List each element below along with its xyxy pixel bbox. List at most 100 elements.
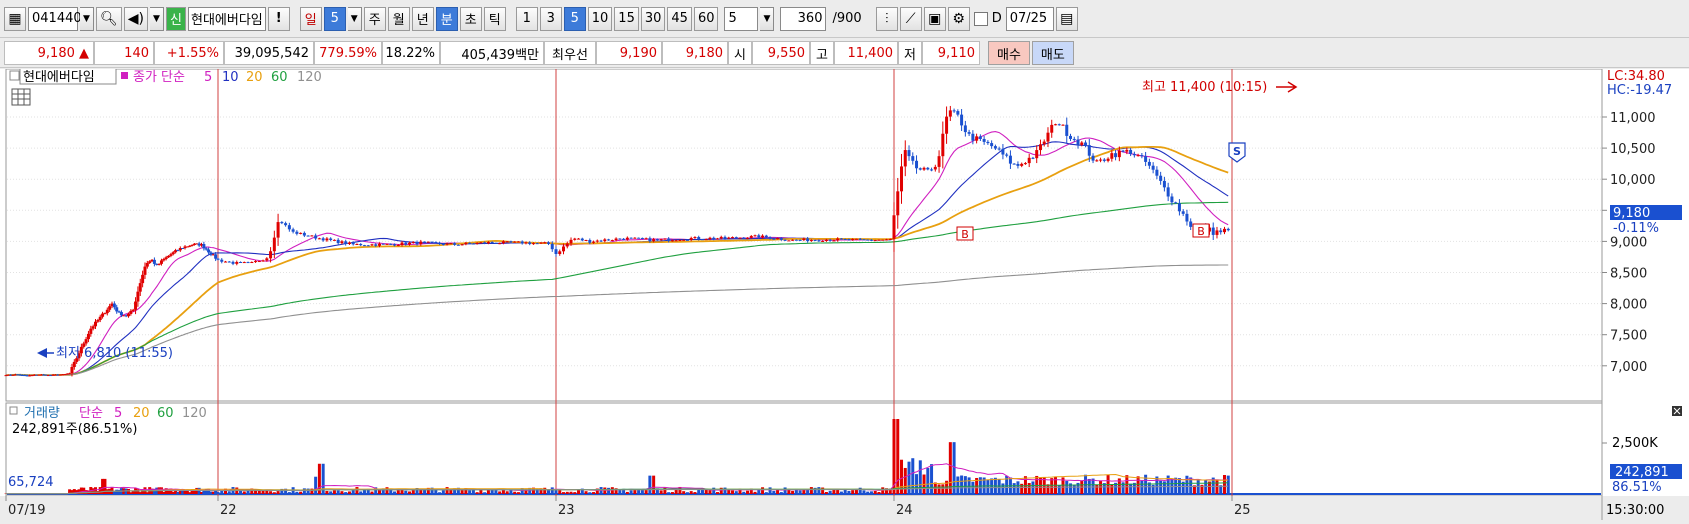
volume-bar [630, 490, 633, 494]
candle-body [1174, 202, 1177, 203]
period-day-button[interactable]: 일 [300, 7, 322, 31]
chevron-down-icon: ▼ [351, 14, 358, 24]
draw-tool-button[interactable]: ⟋ [900, 7, 922, 31]
volume-bar [412, 490, 415, 494]
search-button[interactable]: 🔍︎ [96, 7, 122, 31]
interval-45-button[interactable]: 45 [667, 7, 692, 31]
period-day-dropdown[interactable]: ▼ [348, 7, 362, 31]
volume-bar [461, 490, 464, 494]
volume-panel[interactable] [6, 403, 1602, 496]
volume-collapse-icon[interactable] [10, 407, 17, 414]
candle-body [1155, 170, 1158, 176]
period-minute-button[interactable]: 분 [436, 7, 458, 31]
signal-buy-marker[interactable]: B [957, 227, 973, 241]
settings-button[interactable]: ⚙ [948, 7, 970, 31]
range-total: /900 [828, 11, 865, 26]
volume-bar [588, 492, 591, 494]
speaker-button[interactable]: ◀︎) [124, 7, 148, 31]
candle-body [618, 239, 621, 240]
interval-5-button[interactable]: 5 [564, 7, 586, 31]
date-input[interactable]: 07/25 [1006, 7, 1054, 31]
candle-body [986, 142, 989, 143]
legend-ma-label: 종가 단순 [133, 70, 185, 85]
interval-count-input[interactable]: 5 [724, 7, 758, 31]
interval-30-button[interactable]: 30 [641, 7, 666, 31]
save-button[interactable]: ▣ [924, 7, 946, 31]
candle-body [1170, 196, 1173, 202]
interval-3-button[interactable]: 3 [540, 7, 562, 31]
candle-body [539, 243, 542, 244]
buy-button[interactable]: 매수 [988, 41, 1030, 65]
period-tick-button[interactable]: 틱 [484, 7, 506, 31]
interval-10-button[interactable]: 10 [588, 7, 613, 31]
candle-body [103, 313, 106, 314]
candle-body [1039, 144, 1042, 150]
candle-body [945, 117, 948, 134]
candle-body [1114, 153, 1117, 157]
candle-body [1137, 155, 1140, 156]
stock-name[interactable]: 현대에버다임 [188, 7, 266, 31]
trade-amount: 405,439백만 [440, 41, 544, 65]
price-panel[interactable] [6, 69, 1602, 401]
candle-body [438, 243, 441, 244]
candle-body [269, 251, 272, 258]
range-input[interactable]: 360 [780, 7, 826, 31]
volume-bar [761, 487, 764, 494]
interval-1-button[interactable]: 1 [516, 7, 538, 31]
volume-bar [344, 492, 347, 494]
period-year-button[interactable]: 년 [412, 7, 434, 31]
candle-body [284, 223, 287, 225]
volume-bar [243, 491, 246, 494]
alert-button[interactable]: ! [268, 7, 290, 31]
volume-bar [754, 492, 757, 494]
candle-body [464, 243, 467, 245]
period-second-button[interactable]: 초 [460, 7, 482, 31]
candle-body [626, 238, 629, 240]
alert-icon: ! [276, 11, 282, 26]
layout-icon[interactable]: ▦ [4, 7, 26, 31]
calendar-icon: ▤ [1060, 12, 1073, 26]
stock-code-input[interactable]: 041440 [28, 7, 78, 31]
candle-body [979, 136, 982, 139]
interval-count-dropdown[interactable]: ▼ [760, 7, 774, 31]
stock-code-dropdown[interactable]: ▼ [80, 7, 94, 31]
candle-body [224, 262, 227, 263]
volume-bar [652, 476, 655, 494]
candle-body [337, 240, 340, 243]
candle-body [960, 115, 963, 126]
candle-body [280, 222, 283, 223]
candle-body [1001, 149, 1004, 155]
signal-buy-marker-2[interactable]: B [1193, 224, 1209, 238]
candle-body [446, 243, 449, 244]
panel-collapse-icon[interactable] [10, 71, 19, 80]
interval-15-button[interactable]: 15 [614, 7, 639, 31]
calendar-button[interactable]: ▤ [1056, 7, 1078, 31]
period-month-button[interactable]: 월 [388, 7, 410, 31]
stock-chart[interactable]: 11,00010,50010,0009,5009,0008,5008,0007,… [0, 69, 1689, 520]
volume-value: 39,095,542 [224, 41, 314, 65]
speaker-dropdown[interactable]: ▼ [150, 7, 164, 31]
low-price: 9,110 [922, 41, 980, 65]
chart-area[interactable]: 11,00010,50010,0009,5009,0008,5008,0007,… [0, 69, 1689, 520]
change-value-text: 140 [124, 46, 149, 61]
change-pct-text: +1.55% [167, 46, 219, 61]
date-checkbox[interactable] [974, 12, 988, 26]
interval-60-button[interactable]: 60 [694, 7, 719, 31]
candle-body [288, 225, 291, 229]
chart-type-button[interactable]: ⫶ [876, 7, 898, 31]
sell-button[interactable]: 매도 [1032, 41, 1074, 65]
candle-body [900, 166, 903, 191]
candle-body [479, 242, 482, 243]
period-day-count[interactable]: 5 [324, 7, 346, 31]
volume-bar [626, 492, 629, 494]
candle-body [136, 292, 139, 302]
period-week-button[interactable]: 주 [364, 7, 386, 31]
candle-body [431, 242, 434, 243]
volume-bar [791, 491, 794, 494]
candle-body [412, 242, 415, 243]
candle-body [648, 238, 651, 241]
volume-y-label: 2,500K [1612, 436, 1658, 451]
table-icon[interactable] [12, 89, 30, 105]
volume-bar [671, 492, 674, 494]
candle-body [134, 302, 137, 310]
